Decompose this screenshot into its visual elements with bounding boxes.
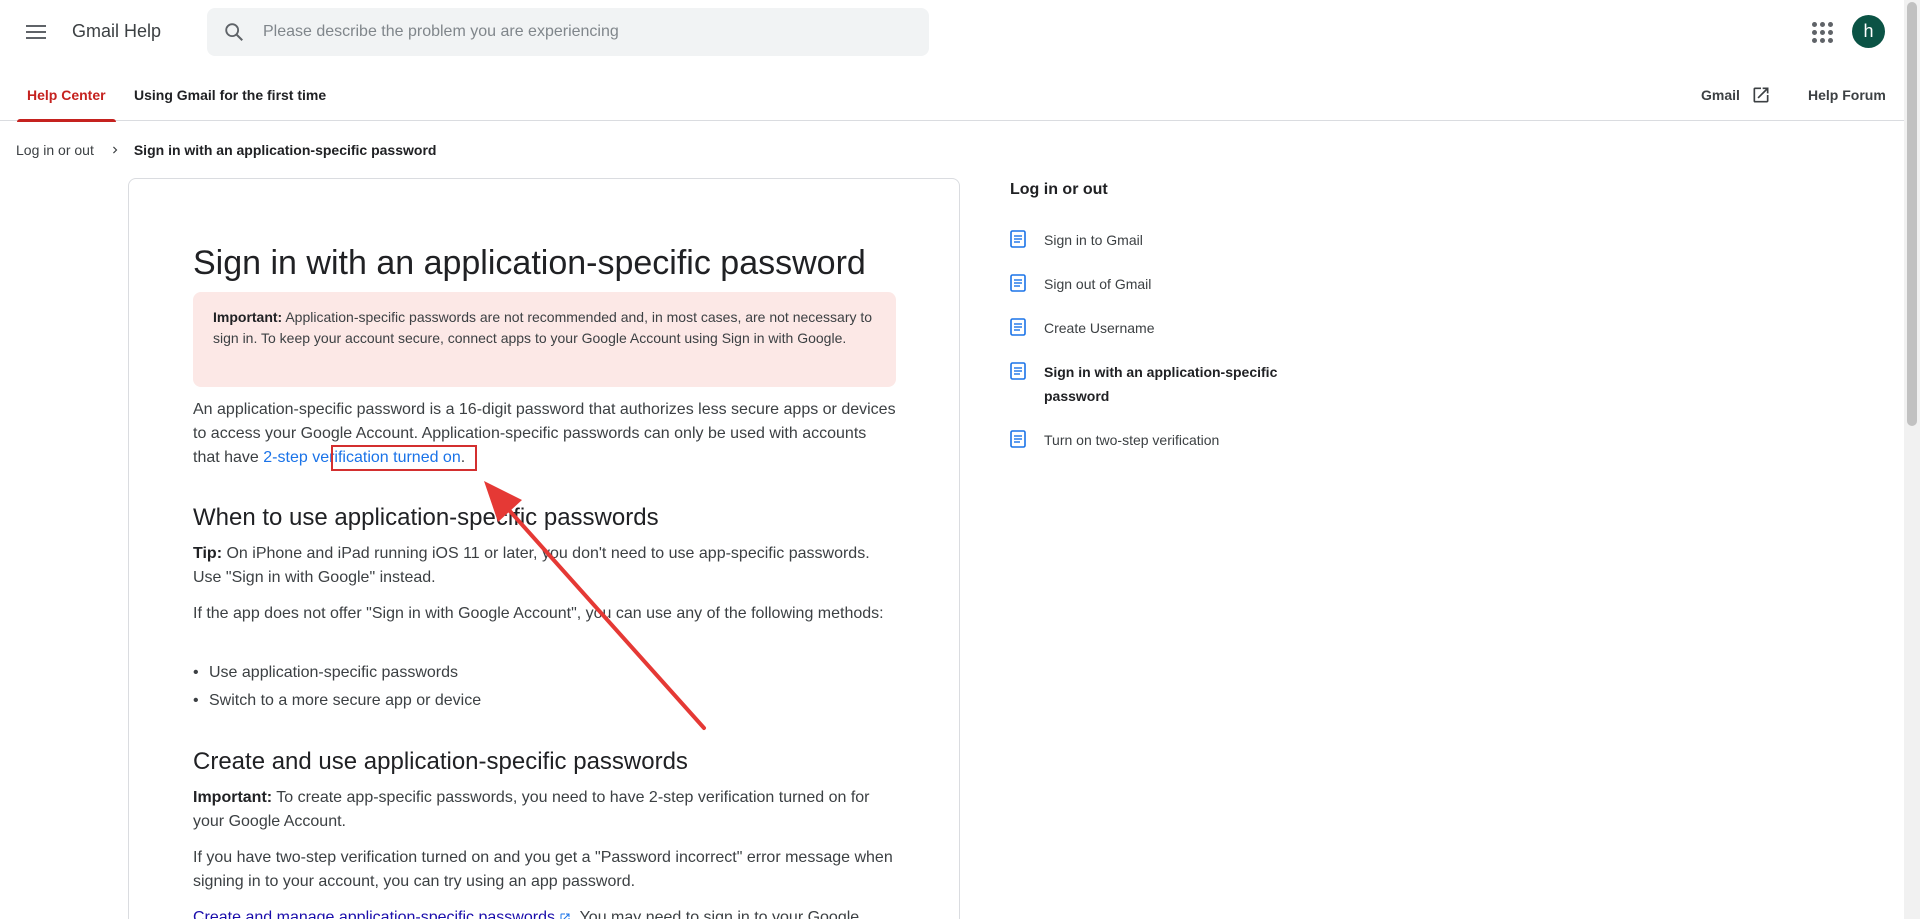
gmail-link[interactable]: Gmail [1701,64,1740,121]
sidebar-item-label: Sign out of Gmail [1044,276,1152,292]
article-icon [1010,362,1026,380]
create-manage-app-passwords-link[interactable]: Create and manage application-specific p… [193,909,555,919]
password-incorrect-paragraph: If you have two-step verification turned… [193,849,893,890]
create-manage-paragraph: Create and manage application-specific p… [193,906,897,919]
sidebar-item-label: Create Username [1044,320,1155,336]
article-icon [1010,274,1026,292]
intro-paragraph: An application-specific password is a 16… [193,398,897,470]
search-bar[interactable] [207,8,929,56]
product-title[interactable]: Gmail Help [72,21,161,42]
page-scrollbar[interactable] [1904,0,1920,919]
create-manage-trailing-text: . You may need to sign in to your Google [570,909,860,919]
tip-label: Tip: [193,545,223,562]
breadcrumb-parent-link[interactable]: Log in or out [16,142,94,158]
callout-text: Application-specific passwords are not r… [213,309,873,346]
sidebar-item-app-specific-password[interactable]: Sign in with an application-specific pas… [1010,360,1300,408]
tab-using-gmail-first-time[interactable]: Using Gmail for the first time [134,64,326,121]
important-text: To create app-specific passwords, you ne… [193,789,870,830]
breadcrumb-current: Sign in with an application-specific pas… [133,142,437,158]
list-item: Use application-specific passwords [193,661,458,685]
sidebar-item-create-username[interactable]: Create Username [1010,316,1310,340]
search-input[interactable] [263,8,903,56]
tip-paragraph: Tip: On iPhone and iPad running iOS 11 o… [193,542,897,590]
important-callout: Important: Application-specific password… [193,292,896,387]
tip-text: On iPhone and iPad running iOS 11 or lat… [193,545,870,586]
list-item: Switch to a more secure app or device [193,689,481,713]
sidebar-item-sign-in-to-gmail[interactable]: Sign in to Gmail [1010,228,1310,252]
sidebar-item-label: Sign in with an application-specific pas… [1044,364,1278,404]
tab-help-center[interactable]: Help Center [17,64,116,122]
callout-label: Important: [213,309,283,325]
sidebar-item-sign-out-of-gmail[interactable]: Sign out of Gmail [1010,272,1310,296]
chevron-right-icon [112,146,118,154]
article-icon [1010,318,1026,336]
help-center-nav: Help Center Using Gmail for the first ti… [0,64,1904,122]
sidebar-item-two-step-verification[interactable]: Turn on two-step verification [1010,428,1310,452]
page-title: Sign in with an application-specific pas… [193,244,866,282]
google-apps-icon[interactable] [1810,20,1834,44]
help-forum-link[interactable]: Help Forum [1808,64,1886,121]
sidebar-item-label: Sign in to Gmail [1044,232,1143,248]
sidebar-title: Log in or out [1010,181,1108,198]
scrollbar-thumb[interactable] [1907,2,1917,426]
important-paragraph: Important: To create app-specific passwo… [193,786,897,834]
external-link-icon [560,913,570,919]
search-icon[interactable] [223,21,245,43]
section-heading-when-to-use: When to use application-specific passwor… [193,504,659,531]
breadcrumb: Log in or out Sign in with an applicatio… [16,140,436,160]
important-label: Important: [193,789,273,806]
open-in-new-icon[interactable] [1751,85,1771,105]
sidebar-item-label: Turn on two-step verification [1044,432,1220,448]
top-app-bar: Gmail Help h [0,0,1904,64]
article-icon [1010,430,1026,448]
annotation-highlight-box [331,445,477,471]
methods-paragraph: If the app does not offer "Sign in with … [193,605,884,622]
article-card: Sign in with an application-specific pas… [128,178,960,919]
main-menu-icon[interactable] [20,16,52,48]
article-icon [1010,230,1026,248]
section-heading-create-and-use: Create and use application-specific pass… [193,748,688,775]
account-avatar[interactable]: h [1852,15,1885,48]
